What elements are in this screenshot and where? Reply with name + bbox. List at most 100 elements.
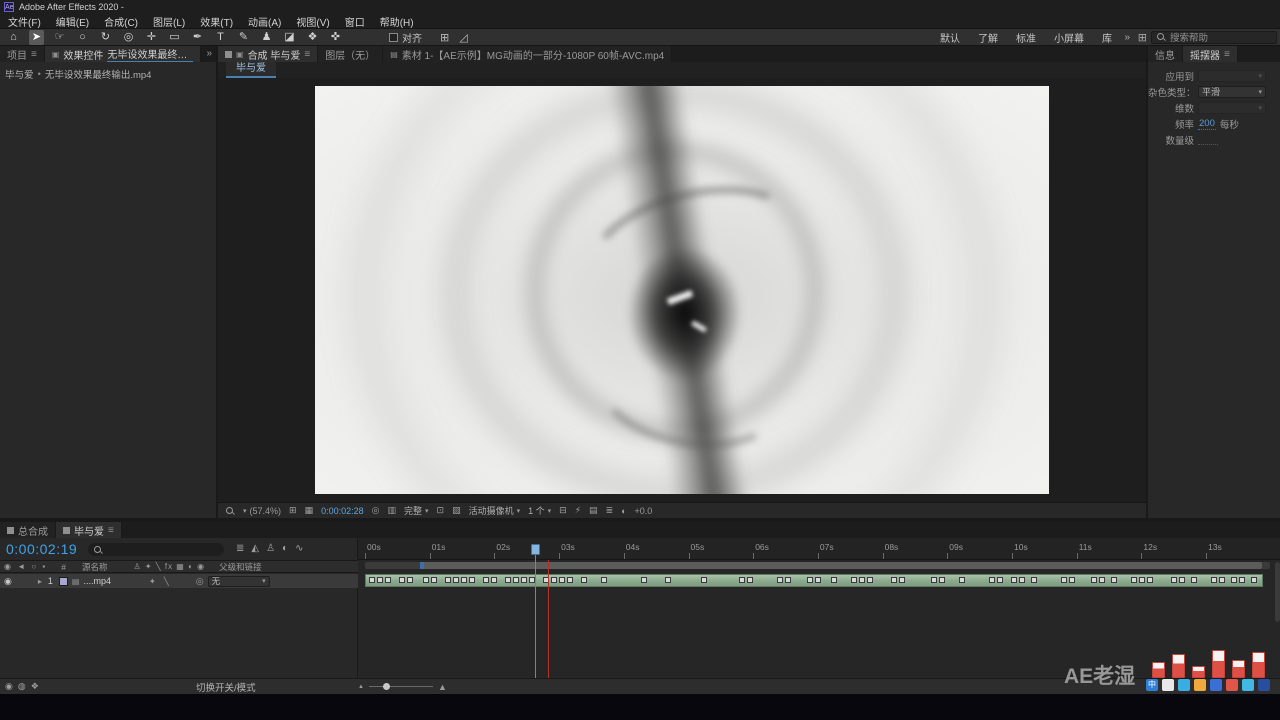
twirl-icon[interactable]: ▸: [38, 577, 42, 586]
menu-item[interactable]: 图层(L): [153, 14, 185, 29]
view-layout-select[interactable]: 1 个 ▾: [528, 504, 551, 517]
help-search-input[interactable]: 搜索帮助: [1151, 30, 1277, 44]
ruler-icon[interactable]: ◿: [459, 31, 467, 44]
layer-switches[interactable]: ✦ ╲: [149, 577, 172, 586]
tab-overflow-icon[interactable]: »: [206, 48, 212, 59]
guides-icon[interactable]: ▦: [305, 505, 314, 516]
workspace-overflow-icon[interactable]: »: [1124, 32, 1130, 43]
time-ruler[interactable]: 00s 01s 02s 03s 04s 05s 06s 07s 08s 09s 10s 11s 12s 1…: [358, 538, 1280, 560]
work-area-inner[interactable]: [420, 562, 1262, 569]
timeline-zoom-control[interactable]: ▲ ▲: [358, 682, 447, 692]
work-area-bar[interactable]: [365, 562, 1270, 569]
panel-menu-icon[interactable]: ≡: [1224, 49, 1230, 60]
timeline-mini-icons[interactable]: ≣◭♙◐∿: [236, 543, 310, 554]
column-source-name[interactable]: 源名称: [82, 561, 108, 573]
panel-menu-icon[interactable]: ≡: [304, 49, 310, 60]
menu-item[interactable]: 窗口: [345, 14, 365, 29]
snapshot-icon[interactable]: ◎: [372, 505, 380, 516]
column-parent-link[interactable]: 父级和链接: [219, 561, 262, 573]
eye-icon[interactable]: ◉: [4, 576, 12, 587]
pen-tool[interactable]: ✒: [190, 30, 205, 45]
tab-composition[interactable]: ▣ 合成 毕与爱 ≡: [218, 46, 319, 62]
flowchart-icon[interactable]: ≣: [606, 505, 614, 516]
tab-project[interactable]: 项目 ≡: [0, 46, 45, 62]
roi-icon[interactable]: ⊡: [437, 505, 445, 516]
brush-tool[interactable]: ✎: [236, 30, 251, 45]
grid-options-icon[interactable]: ⊞: [440, 31, 449, 44]
tab-info[interactable]: 信息: [1148, 46, 1183, 62]
camera-tool[interactable]: ◎: [121, 30, 136, 45]
zoom-out-icon[interactable]: ▲: [358, 684, 364, 690]
selection-tool[interactable]: ➤: [29, 29, 44, 45]
pan-behind-tool[interactable]: ✛: [144, 30, 159, 45]
channels-icon[interactable]: ▥: [388, 505, 397, 516]
orbit-camera-tool[interactable]: ↻: [98, 30, 113, 45]
workspace-item[interactable]: 小屏幕: [1054, 30, 1084, 45]
menu-item[interactable]: 文件(F): [8, 14, 41, 29]
layer-row[interactable]: ◉ ▸ 1 ▤ ....mp4 ✦ ╲ ◎ 无 ▾: [0, 574, 358, 588]
toggle-switches-button[interactable]: 切换开关/模式: [196, 680, 256, 694]
tab-layer-viewer[interactable]: 图层（无）: [318, 46, 384, 62]
workspace-menu-icon[interactable]: ⊞: [1138, 31, 1147, 44]
zoom-in-icon[interactable]: ▲: [438, 682, 447, 692]
roto-brush-tool[interactable]: ❖: [305, 30, 320, 45]
column-number[interactable]: #: [61, 562, 66, 572]
zoom-select[interactable]: ▾ (57.4%): [243, 506, 281, 516]
timeline-scrollbar[interactable]: [1275, 562, 1280, 622]
panel-menu-icon[interactable]: ≡: [31, 49, 37, 60]
tab-comp-timeline[interactable]: 毕与爱 ≡: [56, 522, 122, 538]
workspace-item[interactable]: 默认: [940, 30, 960, 45]
timeline-track-area[interactable]: 00s 01s 02s 03s 04s 05s 06s 07s 08s 09s 10s 11s 12s 1…: [358, 538, 1280, 678]
snap-checkbox[interactable]: [389, 32, 398, 42]
noise-type-select[interactable]: 平滑 ▾: [1198, 85, 1266, 98]
workspace-item[interactable]: 了解: [978, 30, 998, 45]
snap-toggle[interactable]: 对齐: [389, 30, 422, 45]
hand-tool[interactable]: ☞: [52, 30, 67, 45]
tab-total-comp[interactable]: 总合成: [0, 522, 56, 538]
clone-stamp-tool[interactable]: ♟: [259, 30, 274, 45]
fast-preview-icon[interactable]: ⚡: [575, 505, 581, 516]
menu-item[interactable]: 合成(C): [104, 14, 138, 29]
timeline-search-input[interactable]: [88, 543, 224, 556]
tab-wiggler[interactable]: 摇摆器 ≡: [1183, 46, 1238, 62]
grid-guides-icon[interactable]: ⊞: [289, 505, 297, 516]
resolution-select[interactable]: 完整 ▾: [404, 504, 429, 517]
timeline-bottom-icons[interactable]: ◉◍❖: [5, 681, 44, 692]
workspace-item[interactable]: 库: [1102, 30, 1112, 45]
frequency-value[interactable]: 200: [1198, 118, 1216, 130]
mask-shape-tool[interactable]: ▭: [167, 30, 182, 45]
zoom-slider-handle[interactable]: [382, 683, 390, 690]
current-time-display[interactable]: 0:00:02:19: [6, 541, 77, 557]
pixel-aspect-icon[interactable]: ⊟: [559, 505, 567, 516]
playhead-grabber-icon[interactable]: [531, 544, 540, 555]
home-tool[interactable]: ⌂: [6, 30, 21, 45]
text-tool[interactable]: T: [213, 30, 228, 45]
view-select[interactable]: 活动摄像机 ▾: [469, 504, 521, 517]
tab-effect-controls[interactable]: ▣ 效果控件 无毕设效果最终输出.mp4: [44, 46, 202, 62]
puppet-pin-tool[interactable]: ✜: [328, 30, 343, 45]
parent-select[interactable]: 无 ▾: [207, 575, 270, 587]
timeline-button-icon[interactable]: ▤: [589, 505, 598, 516]
exposure-icon[interactable]: ◐: [621, 506, 626, 516]
menu-item[interactable]: 效果(T): [200, 14, 233, 29]
menu-item[interactable]: 编辑(E): [56, 14, 89, 29]
menu-item[interactable]: 视图(V): [296, 14, 329, 29]
panel-menu-icon[interactable]: ≡: [108, 525, 114, 536]
viewer-area[interactable]: [218, 78, 1146, 502]
zoom-slider-track[interactable]: [368, 683, 433, 690]
label-color-chip[interactable]: [58, 576, 68, 586]
playhead[interactable]: [531, 544, 540, 678]
eraser-tool[interactable]: ◪: [282, 30, 297, 45]
menu-item[interactable]: 动画(A): [248, 14, 281, 29]
exposure-value[interactable]: +0.0: [635, 506, 653, 516]
pickwhip-icon[interactable]: ◎: [196, 576, 204, 587]
tab-footage-viewer[interactable]: ▤ 素材 1-【AE示例】MG动画的一部分-1080P 60帧-AVC.mp4: [383, 46, 673, 62]
lock-icon[interactable]: ▣: [236, 50, 244, 59]
layer-duration-bar[interactable]: [365, 574, 1263, 587]
zoom-tool[interactable]: ○: [75, 30, 90, 45]
menu-item[interactable]: 帮助(H): [380, 14, 414, 29]
transparency-grid-icon[interactable]: ▨: [452, 505, 461, 516]
workspace-item[interactable]: 标准: [1016, 30, 1036, 45]
preview-timecode[interactable]: 0:00:02:28: [321, 506, 364, 516]
layer-name[interactable]: ....mp4: [83, 576, 111, 586]
